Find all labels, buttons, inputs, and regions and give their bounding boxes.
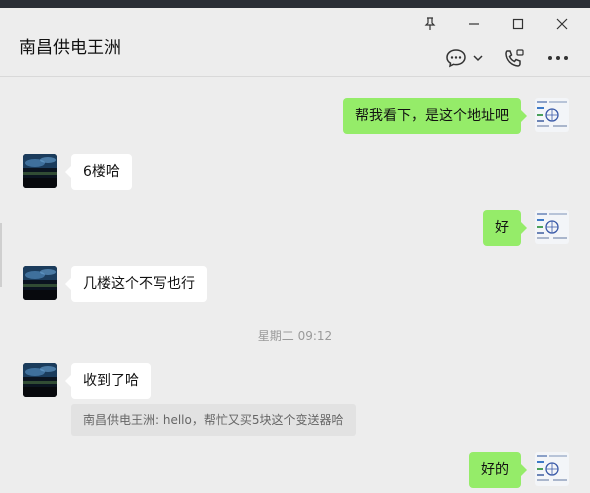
maximize-icon[interactable]	[496, 14, 540, 34]
outgoing-message-bubble[interactable]: 帮我看下，是这个地址吧	[343, 98, 527, 134]
message-list[interactable]: 帮我看下，是这个地址吧 6楼哈 好 几楼这个不写也行 星期二 09:12 收到了…	[0, 77, 590, 493]
incoming-message-bubble[interactable]: 收到了哈	[65, 363, 151, 399]
avatar[interactable]	[535, 452, 569, 486]
outgoing-message-bubble[interactable]: 好	[483, 210, 527, 246]
incoming-message-bubble[interactable]: 6楼哈	[65, 154, 132, 190]
window-controls	[408, 14, 584, 34]
header-actions	[444, 46, 572, 70]
avatar[interactable]	[535, 98, 569, 132]
window-top-border	[0, 0, 590, 8]
message-timestamp: 星期二 09:12	[257, 329, 333, 343]
chat-title: 南昌供电王洲	[19, 38, 121, 58]
avatar[interactable]	[23, 154, 57, 188]
pin-icon[interactable]	[408, 14, 452, 34]
avatar[interactable]	[23, 266, 57, 300]
video-call-icon[interactable]	[500, 46, 528, 70]
chevron-down-icon[interactable]	[473, 54, 483, 62]
minimize-icon[interactable]	[452, 14, 496, 34]
outgoing-message-bubble[interactable]: 好的	[469, 452, 527, 488]
avatar[interactable]	[535, 210, 569, 244]
more-icon[interactable]	[544, 46, 572, 70]
avatar[interactable]	[23, 363, 57, 397]
incoming-message-bubble[interactable]: 几楼这个不写也行	[65, 266, 207, 302]
close-icon[interactable]	[540, 14, 584, 34]
scrollbar[interactable]	[0, 223, 2, 287]
quoted-message[interactable]: 南昌供电王洲: hello，帮忙又买5块这个变送器哈	[71, 404, 356, 436]
chat-bubble-icon[interactable]	[444, 46, 484, 70]
